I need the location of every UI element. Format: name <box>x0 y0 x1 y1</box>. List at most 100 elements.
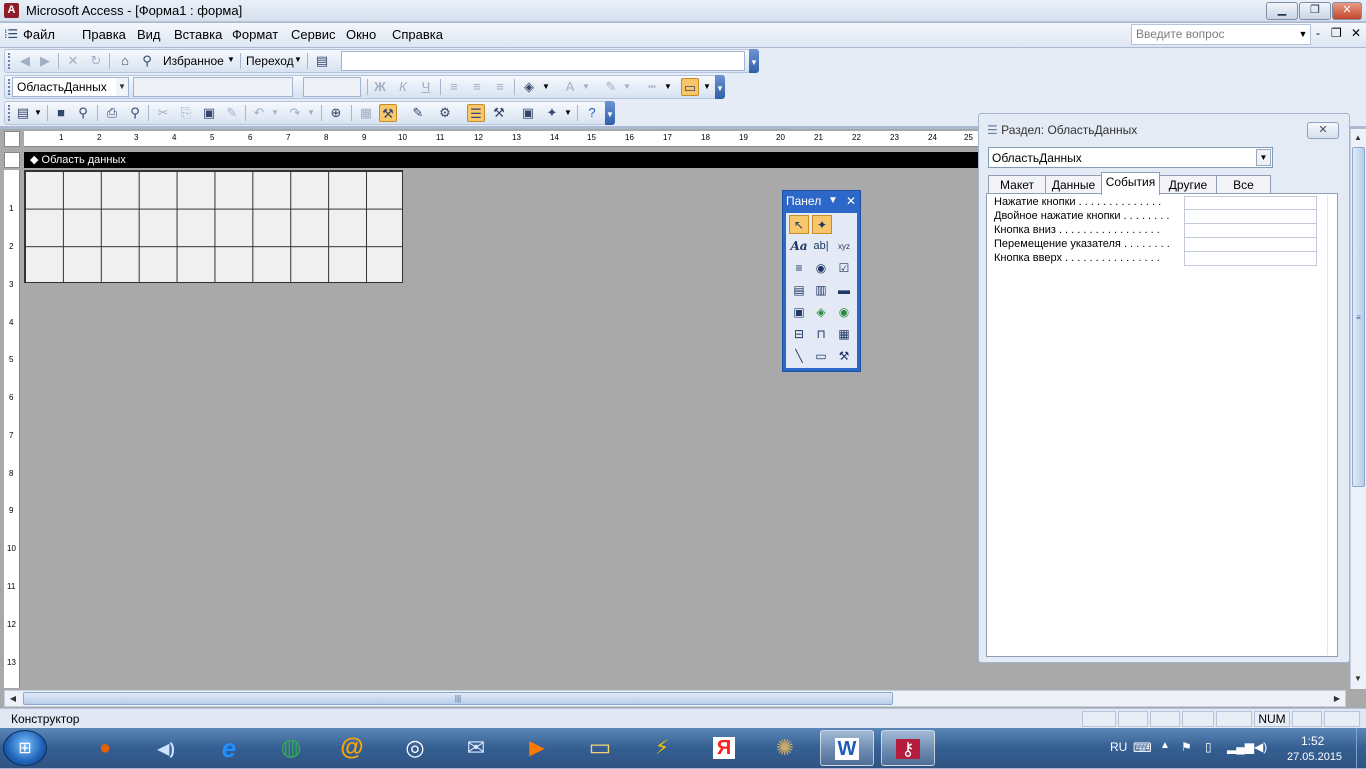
page-break-tool-icon[interactable]: ⊟ <box>789 325 809 344</box>
tab-layout[interactable]: Макет <box>988 175 1046 194</box>
toolbox-menu-icon[interactable]: ▼ <box>828 195 838 206</box>
scroll-up-icon[interactable]: ▲ <box>1351 131 1365 144</box>
clock-date[interactable]: 27.05.2015 <box>1287 751 1342 763</box>
tray-expand-icon[interactable]: ▲ <box>1160 740 1170 751</box>
toolbox-icon[interactable]: ⚒ <box>379 104 397 122</box>
list-box-tool-icon[interactable]: ▥ <box>811 281 831 300</box>
command-button-tool-icon[interactable]: ▬ <box>834 281 854 300</box>
object-selector-combo[interactable]: ОбластьДанных ▼ <box>12 77 129 97</box>
scroll-down-icon[interactable]: ▼ <box>1351 672 1365 685</box>
build-icon[interactable]: ⚒ <box>490 104 508 122</box>
menu-tools[interactable]: Сервис <box>291 27 336 42</box>
align-right-icon[interactable]: ≡ <box>491 78 509 96</box>
menu-format[interactable]: Формат <box>232 27 278 42</box>
tab-control-tool-icon[interactable]: ⊓ <box>811 325 831 344</box>
chrome-icon[interactable]: ◍ <box>264 730 318 766</box>
toolbar-grip[interactable] <box>8 53 12 69</box>
view-dropdown-icon[interactable]: ▼ <box>34 108 42 117</box>
line-tool-icon[interactable]: ╲ <box>789 347 809 366</box>
code-icon[interactable]: ⚙ <box>436 104 454 122</box>
mdi-restore-button[interactable]: ❐ <box>1331 26 1342 40</box>
align-center-icon[interactable]: ≡ <box>468 78 486 96</box>
property-value-input[interactable] <box>1184 238 1317 252</box>
help-dropdown-icon[interactable]: ▼ <box>1296 24 1310 45</box>
property-value-input[interactable] <box>1184 196 1317 210</box>
property-value-input[interactable] <box>1184 224 1317 238</box>
fill-color-icon[interactable]: ◈ <box>520 78 538 96</box>
refresh-icon[interactable]: ↻ <box>87 52 105 70</box>
file-search-icon[interactable]: ⚲ <box>74 104 92 122</box>
font-color-dropdown-icon[interactable]: ▼ <box>582 82 590 91</box>
tab-other[interactable]: Другие <box>1159 175 1217 194</box>
print-preview-icon[interactable]: ⚲ <box>126 104 144 122</box>
horizontal-scroll-thumb[interactable]: ||| <box>23 692 893 705</box>
toolbar-options-icon[interactable]: ▼ <box>715 75 725 99</box>
web-toolbar-only-icon[interactable]: ▤ <box>313 52 331 70</box>
firefox-icon[interactable]: ● <box>78 730 132 766</box>
maxthon-icon[interactable]: ◎ <box>388 730 442 766</box>
keyboard-icon[interactable]: ⌨ <box>1133 740 1152 756</box>
speaker-icon[interactable]: ◀) <box>1254 740 1267 754</box>
toolbox-title-bar[interactable]: Панел ▼ ✕ <box>786 194 858 211</box>
menu-window[interactable]: Окно <box>346 27 376 42</box>
stop-icon[interactable]: ✕ <box>64 52 82 70</box>
copy-icon[interactable]: ⎘ <box>177 104 195 122</box>
undo-icon[interactable]: ↶ <box>250 104 268 122</box>
mdi-close-button[interactable]: ✕ <box>1351 26 1361 40</box>
menu-edit[interactable]: Правка <box>82 27 126 42</box>
detail-section-grid[interactable] <box>24 170 403 283</box>
mail-ru-icon[interactable]: @ <box>325 730 379 766</box>
forward-icon[interactable]: ▶ <box>36 52 54 70</box>
favorites-dropdown-icon[interactable]: ▼ <box>227 55 235 64</box>
address-input[interactable] <box>341 51 745 71</box>
property-value-input[interactable] <box>1184 252 1317 266</box>
format-painter-icon[interactable]: ✎ <box>223 104 241 122</box>
volume-icon[interactable]: ◀) <box>139 730 193 766</box>
mdi-minimize-button[interactable]: - <box>1316 26 1320 40</box>
properties-icon[interactable]: ☰ <box>467 104 485 122</box>
font-name-combo[interactable] <box>133 77 293 97</box>
line-width-dropdown-icon[interactable]: ▼ <box>664 82 672 91</box>
scroll-right-icon[interactable]: ▶ <box>1330 692 1344 705</box>
menu-help[interactable]: Справка <box>392 27 443 42</box>
redo-icon[interactable]: ↷ <box>286 104 304 122</box>
vertical-scroll-thumb[interactable]: ≡ <box>1352 147 1365 487</box>
underline-button[interactable]: Ч <box>417 78 435 96</box>
subform-tool-icon[interactable]: ▦ <box>834 325 854 344</box>
more-controls-tool-icon[interactable]: ⚒ <box>834 347 854 366</box>
restore-button[interactable]: ❐ <box>1299 2 1331 20</box>
yandex-icon[interactable]: Я <box>697 730 751 766</box>
explorer-icon[interactable]: ▭ <box>573 730 627 766</box>
wizard-tool-icon[interactable]: ✦ <box>812 215 832 234</box>
toolbar-options-icon[interactable]: ▼ <box>605 101 615 125</box>
favorites-button[interactable]: Избранное <box>163 54 224 68</box>
print-icon[interactable]: ⎙ <box>103 104 121 122</box>
help-icon[interactable]: ? <box>583 104 601 122</box>
menu-insert[interactable]: Вставка <box>174 27 222 42</box>
line-color-icon[interactable]: ✎ <box>602 78 620 96</box>
combo-box-tool-icon[interactable]: ▤ <box>789 281 809 300</box>
access-icon[interactable]: ⚷ <box>881 730 935 766</box>
word-icon[interactable]: W <box>820 730 874 766</box>
redo-dropdown-icon[interactable]: ▼ <box>307 108 315 117</box>
minimize-button[interactable]: ▁ <box>1266 2 1298 20</box>
horizontal-scrollbar[interactable]: ◀ ||| ▶ <box>4 690 1346 707</box>
property-object-dropdown-icon[interactable]: ▼ <box>1256 149 1271 166</box>
horizontal-ruler[interactable]: 1 2 3 4 5 6 7 8 9 10 11 12 13 14 15 16 1… <box>24 131 980 147</box>
image-tool-icon[interactable]: ▣ <box>789 303 809 322</box>
mahjong-icon[interactable]: ✺ <box>758 730 812 766</box>
property-list-scrollbar[interactable] <box>1327 195 1337 655</box>
new-object-icon[interactable]: ✦ <box>543 104 561 122</box>
rectangle-tool-icon[interactable]: ▭ <box>811 347 831 366</box>
toolbox-close-icon[interactable]: ✕ <box>846 194 856 208</box>
field-list-icon[interactable]: ▦ <box>357 104 375 122</box>
show-desktop-button[interactable] <box>1356 728 1366 768</box>
property-sheet-close-button[interactable]: ✕ <box>1307 122 1339 139</box>
textbox-tool-icon[interactable]: ab| <box>811 237 831 256</box>
help-question-input[interactable]: Введите вопрос <box>1131 24 1311 45</box>
label-tool-icon[interactable]: Aa <box>789 237 809 256</box>
action-center-icon[interactable]: ⚑ <box>1181 740 1192 754</box>
save-icon[interactable]: ■ <box>52 104 70 122</box>
unbound-object-frame-tool-icon[interactable]: ◈ <box>811 303 831 322</box>
special-effect-dropdown-icon[interactable]: ▼ <box>703 82 711 91</box>
